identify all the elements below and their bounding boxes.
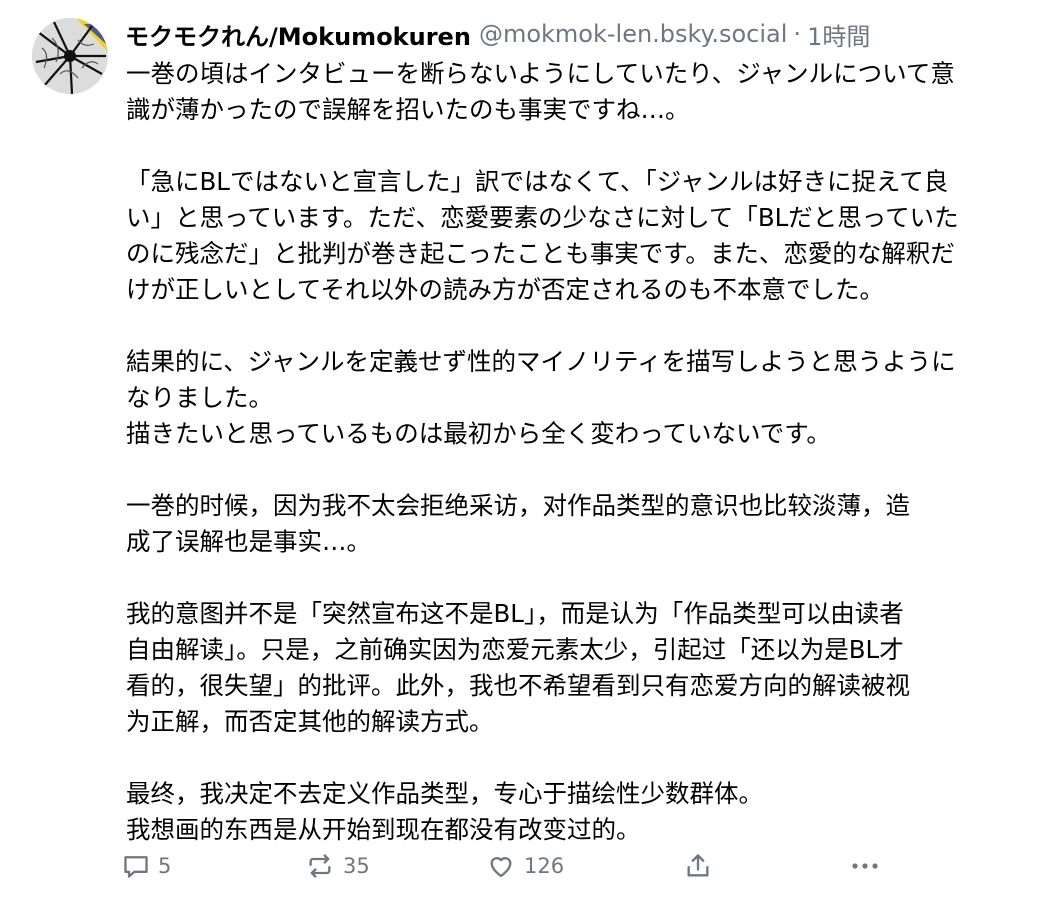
post-text-line: 最终，我决定不去定义作品类型，专心于描绘性少数群体。 [126,779,763,808]
more-icon [850,852,880,880]
post-text-line: 結果的に、ジャンルを定義せず性的マイノリティを描写しようと思うように [126,347,956,376]
heart-icon [486,852,516,880]
repost-button[interactable]: 35 [305,846,370,886]
share-icon [684,852,712,880]
post-card: モクモクれん/Mokumokuren @mokmok-len.bsky.soci… [0,0,1050,903]
post-text-line: なりました。 [126,383,273,412]
post-text-line: 「急にBLではないと宣言した」訳ではなくて、「ジャンルは好きに捉えて良 [126,167,949,196]
post-paragraph: 一巻的时候，因为我不太会拒绝采访，对作品类型的意识也比较淡薄，造 成了误解也是事… [126,488,1036,560]
post-text-line: 一巻の頃はインタビューを断らないようにしていたり、ジャンルについて意 [126,59,955,88]
post-text-line: けが正しいとしてそれ以外の読み方が否定されるのも不本意でした。 [126,275,885,304]
post-text-line: 看的，很失望」的批评。此外，我也不希望看到只有恋爱方向的解读被视 [126,671,910,700]
post-text-line: のに残念だ」と批判が巻き起こったことも事実です。また、恋愛的な解釈だ [126,239,955,268]
post-text-line: 一巻的时候，因为我不太会拒绝采访，对作品类型的意识也比较淡薄，造 [126,491,910,520]
post-text-line: 自由解读」。只是，之前确实因为恋爱元素太少，引起过「还以为是BL才 [126,635,904,664]
post-header: モクモクれん/Mokumokuren @mokmok-len.bsky.soci… [125,14,870,54]
post-text-line: 描きたいと思っているものは最初から全く変わっていないです。 [126,419,831,448]
post-paragraph: 一巻の頃はインタビューを断らないようにしていたり、ジャンルについて意 識が薄かっ… [126,56,1036,128]
repost-icon [305,852,335,880]
avatar-image [32,18,108,94]
meta-separator: · [793,20,802,48]
user-handle[interactable]: @mokmok-len.bsky.social [479,20,787,48]
reply-icon [122,852,150,880]
display-name[interactable]: モクモクれん/Mokumokuren [125,17,471,52]
post-paragraph: 我的意图并不是「突然宣布这不是BL」，而是认为「作品类型可以由读者 自由解读」。… [126,596,1036,740]
post-text-line: い」と思っています。ただ、恋愛要素の少なさに対して「BLだと思っていた [126,203,959,232]
post-text-line: 我想画的东西是从开始到现在都没有改变过的。 [126,815,641,844]
reply-count: 5 [158,854,172,878]
avatar[interactable] [32,18,108,94]
post-paragraph: 結果的に、ジャンルを定義せず性的マイノリティを描写しようと思うように なりました… [126,344,1036,452]
post-text-line: 为正解，而否定其他的解读方式。 [126,707,494,736]
post-body: 一巻の頃はインタビューを断らないようにしていたり、ジャンルについて意 識が薄かっ… [126,56,1036,884]
post-paragraph: 最终，我决定不去定义作品类型，专心于描绘性少数群体。 我想画的东西是从开始到现在… [126,776,1036,848]
post-text-line: 成了误解也是事实…。 [126,527,371,556]
post-paragraph: 「急にBLではないと宣言した」訳ではなくて、「ジャンルは好きに捉えて良 い」と思… [126,164,1036,308]
more-options-button[interactable] [850,846,880,886]
share-button[interactable] [684,846,712,886]
repost-count: 35 [343,854,370,878]
post-actions: 5 35 126 [0,846,1050,886]
like-button[interactable]: 126 [486,846,564,886]
post-text-line: 我的意图并不是「突然宣布这不是BL」，而是认为「作品类型可以由读者 [126,599,904,628]
reply-button[interactable]: 5 [122,846,171,886]
post-timestamp[interactable]: 1時間 [807,17,870,52]
like-count: 126 [524,854,565,878]
post-text-line: 識が薄かったので誤解を招いたのも事実ですね…。 [126,95,690,124]
